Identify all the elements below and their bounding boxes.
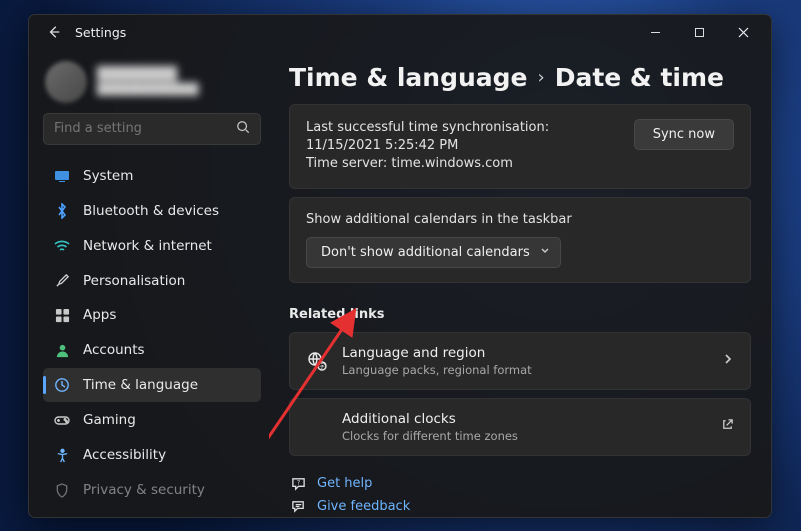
additional-clocks-link[interactable]: • Additional clocks Clocks for different… — [289, 398, 751, 456]
dropdown-selected: Don't show additional calendars — [321, 245, 530, 260]
related-links-heading: Related links — [289, 307, 751, 322]
search-input[interactable] — [54, 121, 236, 136]
sidebar-nav: System Bluetooth & devices Network & int… — [43, 159, 261, 507]
gaming-icon — [53, 411, 71, 429]
sidebar-item-label: Accounts — [83, 342, 145, 358]
minimize-button[interactable] — [633, 17, 677, 47]
chevron-down-icon — [540, 245, 550, 260]
maximize-icon — [694, 27, 705, 38]
sidebar-item-apps[interactable]: Apps — [43, 299, 261, 333]
search-box[interactable] — [43, 113, 261, 145]
sidebar-item-label: Personalisation — [83, 273, 185, 289]
minimize-icon — [650, 27, 661, 38]
get-help-link[interactable]: ? Get help — [289, 476, 751, 491]
sidebar-item-label: Bluetooth & devices — [83, 203, 219, 219]
window-title: Settings — [75, 25, 126, 40]
apps-icon — [53, 306, 71, 324]
system-icon — [53, 167, 71, 185]
sidebar-item-bluetooth[interactable]: Bluetooth & devices — [43, 194, 261, 228]
link-title: Additional clocks — [342, 411, 707, 427]
arrow-left-icon — [47, 25, 61, 39]
sync-status-line: Last successful time synchronisation: 11… — [306, 119, 618, 155]
language-icon: 字 — [306, 350, 328, 372]
clock-globe-icon — [53, 376, 71, 394]
main-content: Time & language › Date & time Last succe… — [269, 49, 771, 517]
back-button[interactable] — [43, 21, 65, 43]
sidebar-item-label: Gaming — [83, 412, 136, 428]
svg-text:字: 字 — [319, 362, 325, 370]
sidebar-item-label: Privacy & security — [83, 482, 205, 498]
chevron-right-icon — [722, 353, 734, 369]
chevron-right-icon: › — [538, 67, 545, 88]
titlebar: Settings — [29, 15, 771, 49]
sidebar-item-time-language[interactable]: Time & language — [43, 368, 261, 402]
sidebar-item-personalisation[interactable]: Personalisation — [43, 264, 261, 298]
bluetooth-icon — [53, 202, 71, 220]
search-icon — [236, 119, 250, 138]
sync-card: Last successful time synchronisation: 11… — [289, 104, 751, 189]
give-feedback-link[interactable]: Give feedback — [289, 499, 751, 514]
avatar — [45, 61, 87, 103]
breadcrumb-parent[interactable]: Time & language — [289, 63, 528, 92]
accessibility-icon — [53, 446, 71, 464]
person-icon — [53, 341, 71, 359]
language-region-link[interactable]: 字 Language and region Language packs, re… — [289, 332, 751, 390]
breadcrumb-current: Date & time — [555, 63, 724, 92]
sidebar-item-network[interactable]: Network & internet — [43, 229, 261, 263]
sidebar-item-label: Network & internet — [83, 238, 212, 254]
sidebar-item-system[interactable]: System — [43, 159, 261, 193]
sidebar-item-privacy[interactable]: Privacy & security — [43, 473, 261, 507]
sidebar-item-accounts[interactable]: Accounts — [43, 333, 261, 367]
additional-calendars-card: Show additional calendars in the taskbar… — [289, 197, 751, 283]
sidebar: ████████ ████████████ System Bluetooth &… — [29, 49, 269, 517]
sidebar-item-gaming[interactable]: Gaming — [43, 403, 261, 437]
sync-now-button[interactable]: Sync now — [634, 119, 734, 150]
sidebar-item-label: Apps — [83, 307, 116, 323]
settings-window: Settings ████████ ████████████ — [28, 14, 772, 518]
card-title: Show additional calendars in the taskbar — [306, 212, 734, 227]
shield-icon — [53, 481, 71, 499]
link-subtitle: Clocks for different time zones — [342, 429, 707, 443]
sidebar-item-label: System — [83, 168, 133, 184]
close-icon — [738, 27, 749, 38]
breadcrumb: Time & language › Date & time — [289, 63, 751, 92]
close-button[interactable] — [721, 17, 765, 47]
additional-calendars-dropdown[interactable]: Don't show additional calendars — [306, 237, 561, 268]
link-subtitle: Language packs, regional format — [342, 363, 708, 377]
sidebar-item-accessibility[interactable]: Accessibility — [43, 438, 261, 472]
feedback-icon — [289, 499, 307, 514]
external-link-icon — [721, 418, 734, 435]
footer-links: ? Get help Give feedback — [289, 476, 751, 514]
svg-text:?: ? — [296, 478, 300, 486]
wifi-icon — [53, 237, 71, 255]
time-server-line: Time server: time.windows.com — [306, 155, 618, 173]
help-icon: ? — [289, 476, 307, 491]
sidebar-item-label: Time & language — [83, 377, 198, 393]
link-label: Get help — [317, 476, 372, 491]
user-account-row[interactable]: ████████ ████████████ — [43, 59, 261, 105]
link-title: Language and region — [342, 345, 708, 361]
paintbrush-icon — [53, 272, 71, 290]
link-label: Give feedback — [317, 499, 410, 514]
sidebar-item-label: Accessibility — [83, 447, 166, 463]
maximize-button[interactable] — [677, 17, 721, 47]
